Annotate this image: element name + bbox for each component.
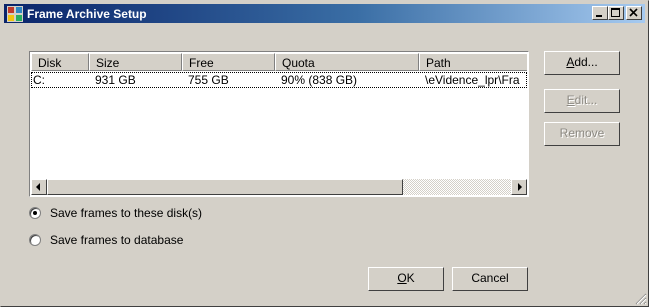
column-header-path[interactable]: Path — [419, 53, 527, 71]
scrollbar-thumb[interactable] — [47, 179, 403, 195]
maximize-icon — [611, 8, 620, 17]
column-header-size[interactable]: Size — [89, 53, 182, 71]
column-header-disk[interactable]: Disk — [31, 53, 89, 71]
cell-free: 755 GB — [188, 73, 229, 87]
window-title: Frame Archive Setup — [27, 7, 147, 21]
horizontal-scrollbar[interactable] — [31, 179, 527, 195]
scrollbar-track[interactable] — [403, 179, 511, 195]
scroll-right-button[interactable] — [511, 179, 527, 195]
edit-button[interactable]: Edit... — [544, 89, 620, 113]
save-to-database-label[interactable]: Save frames to database — [50, 233, 183, 247]
maximize-button[interactable] — [608, 6, 624, 20]
column-header-quota[interactable]: Quota — [275, 53, 419, 71]
resize-grip-icon[interactable] — [633, 291, 647, 305]
close-button[interactable] — [626, 6, 642, 20]
save-to-database-radio[interactable] — [29, 234, 41, 246]
close-icon — [629, 8, 638, 17]
arrow-left-icon — [36, 183, 40, 191]
disk-list[interactable]: Disk Size Free Quota Path C: 931 GB 755 … — [29, 51, 529, 197]
title-bar[interactable]: Frame Archive Setup — [4, 4, 645, 23]
cell-quota: 90% (838 GB) — [281, 73, 358, 87]
ok-button[interactable]: OK — [368, 267, 444, 291]
minimize-icon — [596, 15, 602, 17]
remove-button[interactable]: Remove — [544, 122, 620, 146]
arrow-right-icon — [518, 183, 522, 191]
cell-size: 931 GB — [95, 73, 136, 87]
scroll-left-button[interactable] — [31, 179, 47, 195]
column-header-free[interactable]: Free — [182, 53, 275, 71]
add-button[interactable]: Add... — [544, 51, 620, 75]
cancel-button[interactable]: Cancel — [452, 267, 528, 291]
frame-archive-setup-window: Frame Archive Setup Disk Size Free Quota… — [0, 0, 649, 307]
save-to-disks-radio[interactable] — [29, 207, 41, 219]
save-to-disks-label[interactable]: Save frames to these disk(s) — [50, 206, 202, 220]
minimize-button[interactable] — [592, 6, 608, 20]
list-header: Disk Size Free Quota Path — [31, 53, 527, 71]
table-row[interactable]: C: 931 GB 755 GB 90% (838 GB) \eVidence_… — [31, 72, 527, 88]
app-icon — [7, 6, 23, 22]
cell-disk: C: — [33, 73, 45, 87]
cell-path: \eVidence_lpr\Fra — [425, 73, 520, 87]
